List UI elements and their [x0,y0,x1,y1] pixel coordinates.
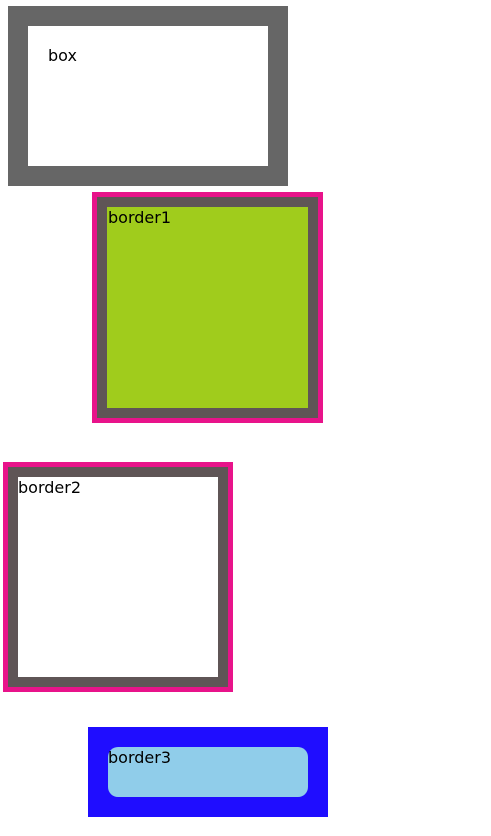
border3-container [88,727,328,817]
border1-box [97,197,318,418]
box-demo: box [8,6,288,186]
border2-label: border2 [18,478,81,497]
border2-box [8,467,228,687]
border1-label: border1 [108,208,171,227]
box-label: box [48,46,77,65]
border3-label: border3 [108,748,171,767]
